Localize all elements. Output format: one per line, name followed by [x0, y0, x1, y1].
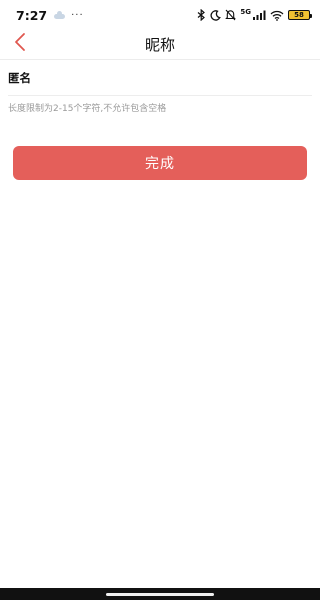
nickname-row — [8, 62, 312, 94]
network-type-label: 5G — [240, 8, 251, 16]
more-notifications-indicator: ··· — [71, 9, 84, 21]
header-divider — [0, 59, 320, 60]
nickname-underline — [8, 95, 312, 96]
battery-icon: 58 — [288, 10, 312, 20]
signal-icon — [253, 10, 266, 20]
home-indicator[interactable] — [106, 592, 214, 596]
moon-icon — [210, 9, 222, 21]
chevron-left-icon — [14, 32, 26, 56]
nickname-input[interactable] — [8, 71, 312, 85]
wifi-icon — [270, 10, 284, 21]
status-time: 7:27 — [16, 7, 48, 23]
nickname-hint: 长度限制为2-15个字符,不允许包含空格 — [8, 104, 167, 114]
mute-bell-icon — [225, 9, 237, 21]
battery-level: 58 — [294, 10, 304, 19]
navigation-bar: 昵称 — [0, 30, 320, 58]
done-button[interactable]: 完成 — [13, 146, 307, 180]
cloud-notification-icon — [54, 11, 66, 19]
status-bar: 7:27 ··· 5G 58 — [0, 0, 320, 30]
nickname-screen: 7:27 ··· 5G 58 昵称 匿名 长度限制为2-15个字符,不允许包含空… — [0, 0, 320, 600]
back-button[interactable] — [8, 32, 32, 56]
status-icons: 5G 58 — [197, 8, 312, 21]
bluetooth-icon — [197, 9, 206, 21]
system-navigation-bar — [0, 588, 320, 600]
page-title: 昵称 — [144, 35, 175, 54]
